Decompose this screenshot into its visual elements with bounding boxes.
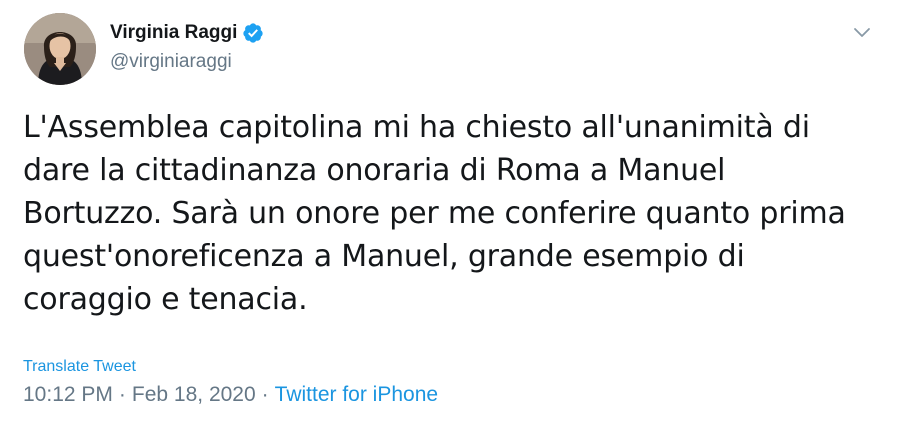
avatar[interactable]	[24, 13, 96, 85]
tweet-text: L'Assemblea capitolina mi ha chiesto all…	[23, 110, 846, 317]
author-name-row[interactable]: Virginia Raggi	[110, 20, 264, 46]
tweet-meta: 10:12 PM · Feb 18, 2020 · Twitter for iPhone	[23, 383, 438, 407]
translate-tweet-link[interactable]: Translate Tweet	[23, 358, 136, 376]
verified-badge-icon	[243, 23, 264, 43]
avatar-photo-icon	[24, 13, 96, 85]
chevron-down-icon[interactable]	[850, 20, 874, 44]
author-handle[interactable]: @virginiaraggi	[110, 50, 232, 74]
tweet-card: Virginia Raggi @virginiaraggi L'Assemble…	[0, 0, 900, 432]
tweet-date[interactable]: Feb 18, 2020	[132, 383, 256, 406]
meta-separator: ·	[261, 383, 269, 406]
tweet-time[interactable]: 10:12 PM	[23, 383, 113, 406]
meta-separator: ·	[118, 383, 126, 406]
author-display-name[interactable]: Virginia Raggi	[110, 20, 237, 46]
tweet-source-link[interactable]: Twitter for iPhone	[275, 383, 438, 406]
